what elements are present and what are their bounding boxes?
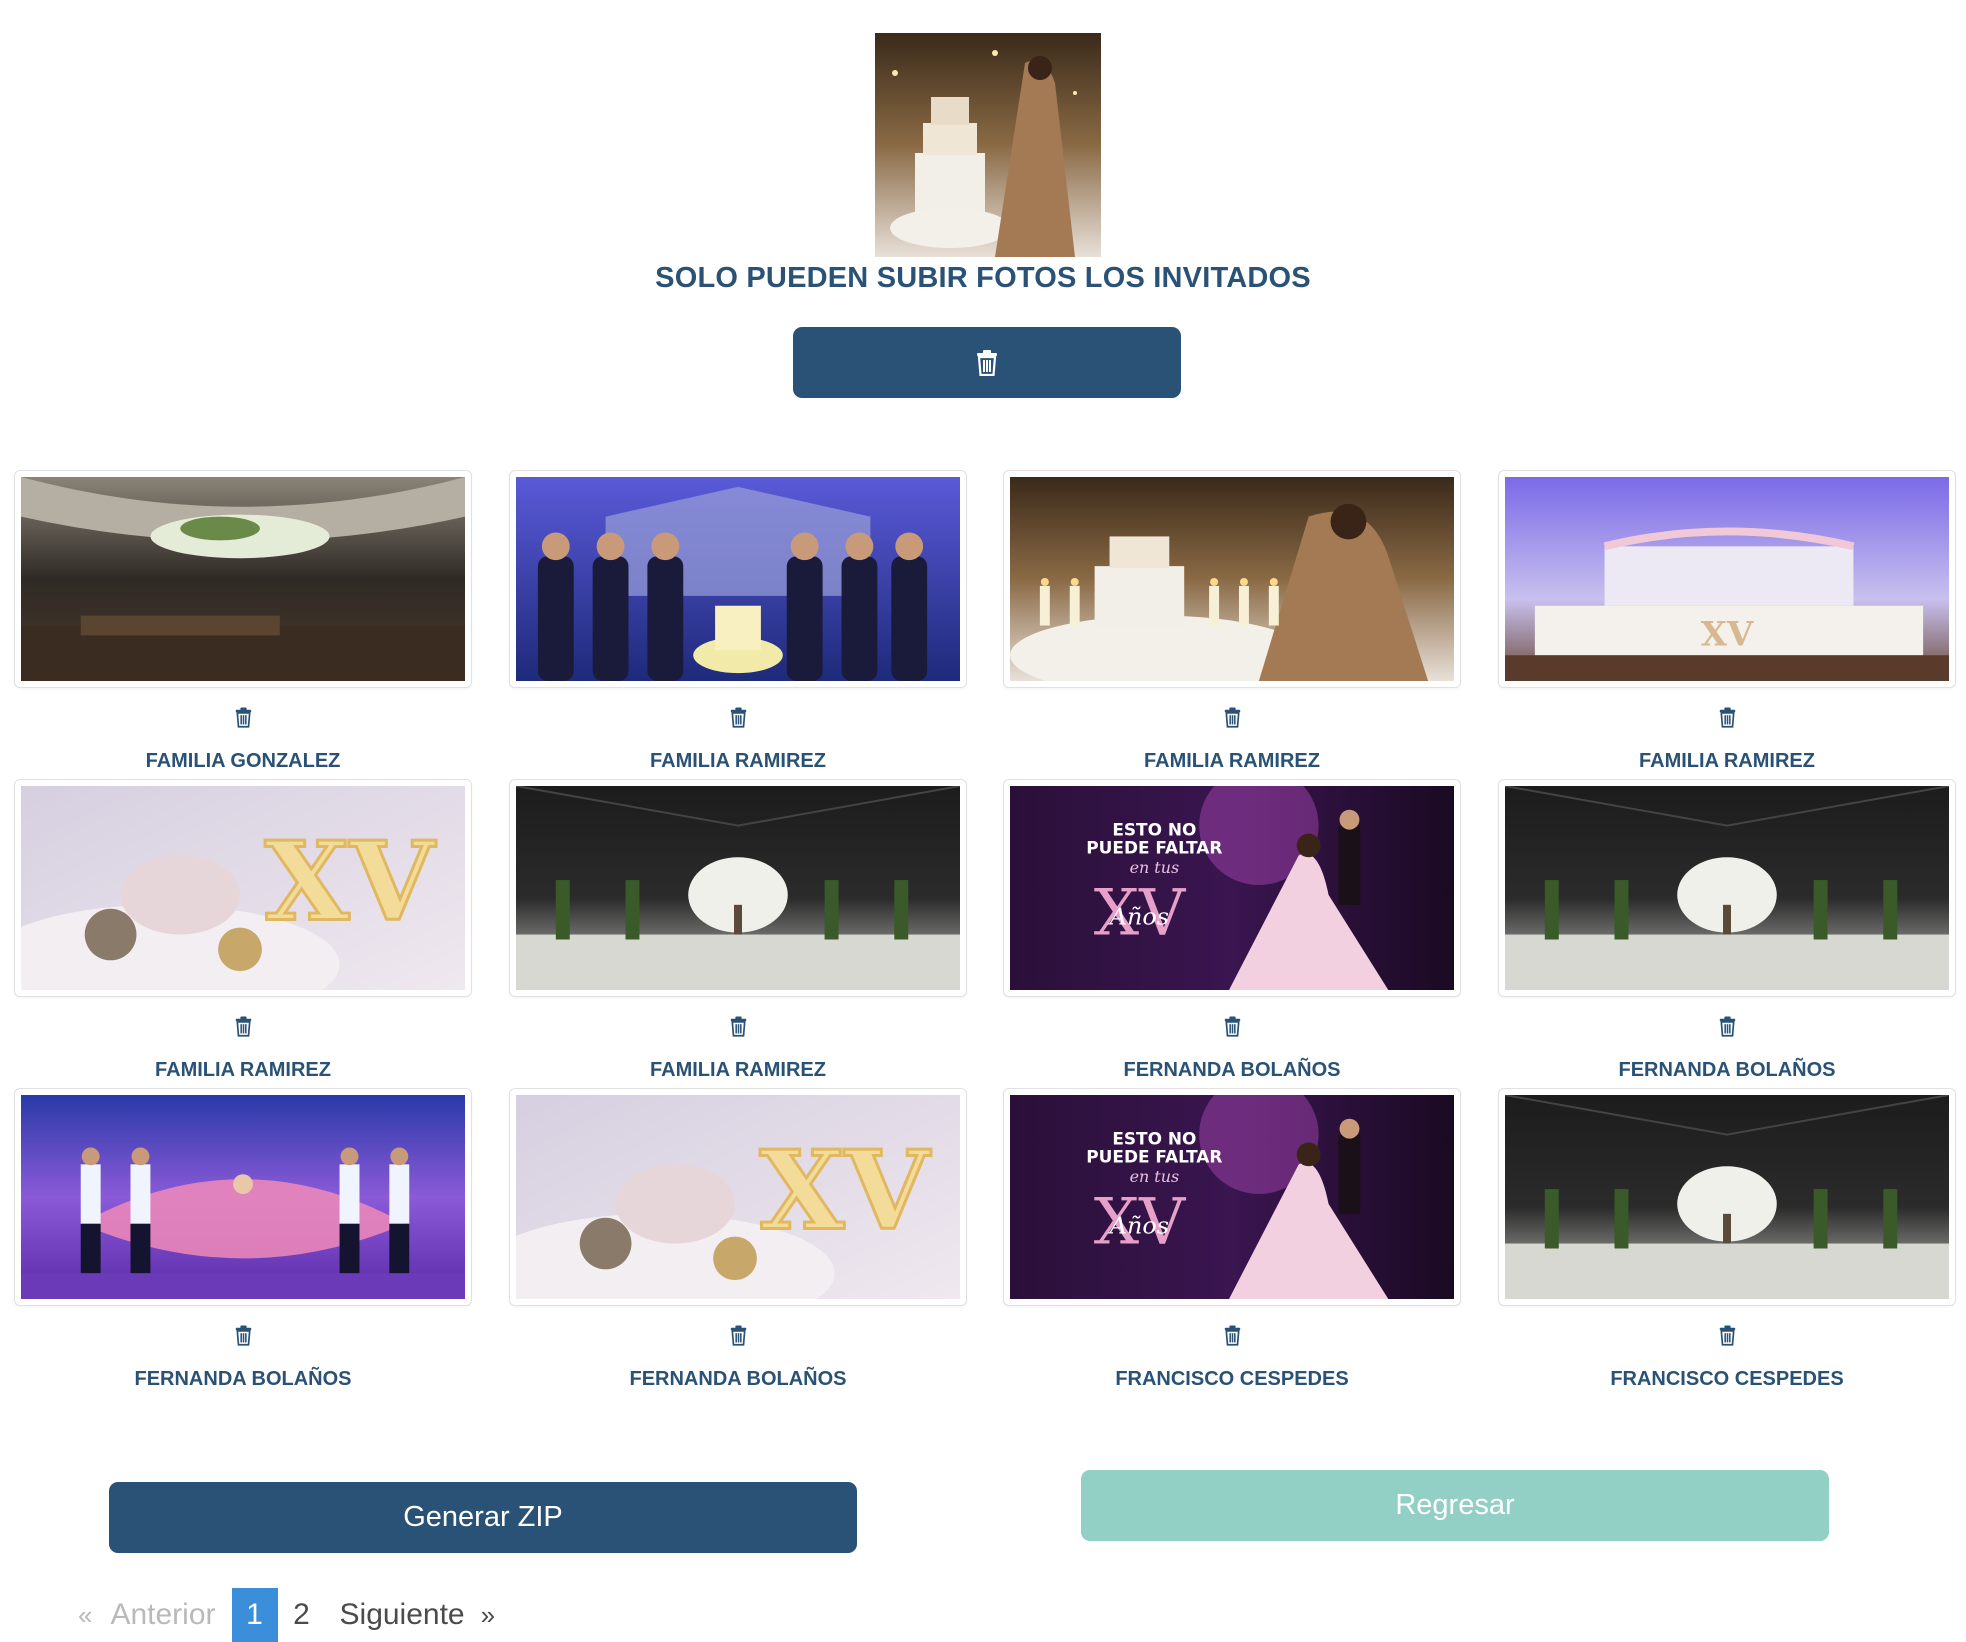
trash-icon (1719, 1324, 1735, 1346)
delete-photo-button[interactable] (1712, 1011, 1742, 1041)
pagination: « Anterior 1 2 Siguiente » (74, 1588, 501, 1642)
photo-image[interactable]: XV (1505, 477, 1949, 681)
photo-author: FERNANDA BOLAÑOS (629, 1368, 847, 1390)
photo-author: FRANCISCO CESPEDES (1115, 1368, 1349, 1390)
delete-photo-button[interactable] (1217, 1011, 1247, 1041)
svg-text:PUEDE FALTAR: PUEDE FALTAR (1086, 1146, 1222, 1166)
delete-photo-button[interactable] (723, 1011, 753, 1041)
delete-photo-button[interactable] (228, 702, 258, 732)
photo-image[interactable] (1505, 786, 1949, 990)
trash-icon (1224, 1324, 1240, 1346)
delete-photo-button[interactable] (1712, 702, 1742, 732)
svg-text:XV: XV (1701, 613, 1754, 653)
delete-photo-button[interactable] (723, 1320, 753, 1350)
pagination-page-2[interactable]: 2 (278, 1588, 326, 1642)
photo-image[interactable] (21, 477, 465, 681)
photo-card[interactable] (509, 470, 967, 688)
photo-card[interactable]: XV (1498, 470, 1956, 688)
photo-image[interactable]: XV (516, 1095, 960, 1299)
trash-icon (1719, 1015, 1735, 1037)
photo-card[interactable]: ESTO NO PUEDE FALTAR en tus XV Años (1003, 779, 1461, 997)
photo-image[interactable]: ESTO NO PUEDE FALTAR en tus XV Años (1010, 786, 1454, 990)
svg-text:XV: XV (760, 1126, 932, 1255)
pagination-next-arrow[interactable]: » (475, 1588, 501, 1642)
back-button[interactable]: Regresar (1081, 1470, 1829, 1541)
photo-image[interactable]: ESTO NO PUEDE FALTAR en tus XV Años (1010, 1095, 1454, 1299)
pagination-page-1[interactable]: 1 (231, 1588, 278, 1642)
photo-card[interactable] (1498, 779, 1956, 997)
photo-card[interactable]: XV (509, 1088, 967, 1306)
svg-text:Años: Años (1108, 1212, 1169, 1240)
pagination-prev-arrow: « (78, 1599, 93, 1630)
photo-author: FRANCISCO CESPEDES (1610, 1368, 1844, 1390)
generate-zip-button[interactable]: Generar ZIP (109, 1482, 857, 1553)
svg-text:PUEDE FALTAR: PUEDE FALTAR (1086, 837, 1222, 857)
trash-icon (730, 1324, 746, 1346)
page-title: SOLO PUEDEN SUBIR FOTOS LOS INVITADOS (655, 262, 1311, 294)
svg-text:Años: Años (1108, 903, 1169, 931)
photo-image[interactable] (516, 477, 960, 681)
photo-author: FAMILIA RAMIREZ (650, 1059, 826, 1081)
photo-image[interactable] (1010, 477, 1454, 681)
photo-image[interactable]: XV (21, 786, 465, 990)
delete-photo-button[interactable] (228, 1320, 258, 1350)
delete-photo-button[interactable] (1712, 1320, 1742, 1350)
photo-card[interactable] (14, 1088, 472, 1306)
trash-icon (730, 1015, 746, 1037)
trash-icon (1719, 706, 1735, 728)
photo-image[interactable] (1505, 1095, 1949, 1299)
svg-text:XV: XV (265, 817, 437, 946)
pagination-next[interactable]: Siguiente (326, 1588, 475, 1642)
photo-author: FAMILIA RAMIREZ (155, 1059, 331, 1081)
pagination-prev: Anterior (110, 1598, 216, 1631)
delete-photo-button[interactable] (723, 702, 753, 732)
trash-icon (235, 706, 251, 728)
svg-text:en tus: en tus (1130, 858, 1180, 877)
photo-author: FAMILIA RAMIREZ (1639, 750, 1815, 772)
delete-photo-button[interactable] (228, 1011, 258, 1041)
trash-icon (1224, 1015, 1240, 1037)
photo-author: FERNANDA BOLAÑOS (1123, 1059, 1341, 1081)
photo-image[interactable] (516, 786, 960, 990)
photo-card[interactable]: XV (14, 779, 472, 997)
trash-icon (235, 1015, 251, 1037)
photo-author: FAMILIA RAMIREZ (1144, 750, 1320, 772)
hero-image (875, 33, 1101, 257)
delete-photo-button[interactable] (1217, 702, 1247, 732)
trash-icon (1224, 706, 1240, 728)
photo-card[interactable] (1003, 470, 1461, 688)
photo-image[interactable] (21, 1095, 465, 1299)
photo-card[interactable] (14, 470, 472, 688)
photo-author: FERNANDA BOLAÑOS (134, 1368, 352, 1390)
photo-author: FAMILIA GONZALEZ (145, 750, 341, 772)
photo-author: FERNANDA BOLAÑOS (1618, 1059, 1836, 1081)
photo-card[interactable] (1498, 1088, 1956, 1306)
trash-icon (235, 1324, 251, 1346)
trash-icon (730, 706, 746, 728)
delete-all-button[interactable] (793, 327, 1181, 398)
delete-photo-button[interactable] (1217, 1320, 1247, 1350)
photo-card[interactable]: ESTO NO PUEDE FALTAR en tus XV Años (1003, 1088, 1461, 1306)
photo-author: FAMILIA RAMIREZ (650, 750, 826, 772)
svg-text:en tus: en tus (1130, 1167, 1180, 1186)
trash-icon (977, 349, 997, 376)
photo-card[interactable] (509, 779, 967, 997)
